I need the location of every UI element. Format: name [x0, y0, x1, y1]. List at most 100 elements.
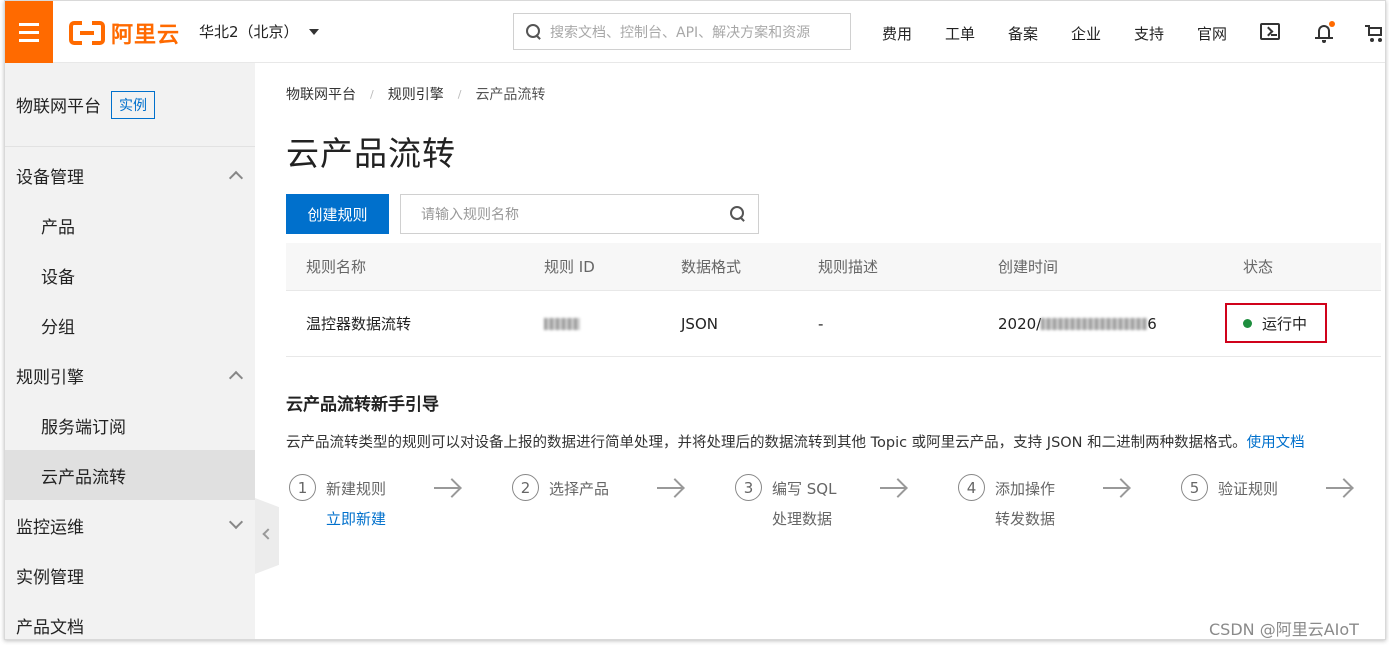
nav-official-site[interactable]: 官网: [1197, 23, 1227, 44]
breadcrumb-separator: /: [457, 87, 462, 101]
breadcrumb-rule-engine[interactable]: 规则引擎: [388, 84, 444, 104]
step-label: 编写 SQL: [772, 480, 837, 498]
step-label: 新建规则: [326, 480, 387, 498]
sidebar-group-label: 实例管理: [16, 567, 84, 588]
guide-steps: 1 新建规则 立即新建 2 选择产品 3 编写 SQL 处理数据 4 添加操作 …: [286, 474, 1381, 544]
table-header: 规则名称 规则 ID 数据格式 规则描述 创建时间 状态: [286, 243, 1381, 291]
sidebar-collapse-handle[interactable]: [255, 498, 279, 574]
created-time-prefix: 2020/: [998, 314, 1042, 333]
chevron-up-icon: [228, 370, 244, 386]
nav-billing[interactable]: 费用: [882, 23, 912, 44]
arrow-right-icon: [434, 487, 460, 489]
sidebar-group-device-management[interactable]: 设备管理: [5, 150, 255, 200]
sidebar-item-product[interactable]: 产品: [5, 200, 255, 250]
step-number: 5: [1181, 474, 1208, 501]
guide-title: 云产品流转新手引导: [286, 395, 439, 415]
arrow-right-icon: [880, 487, 906, 489]
rule-search-placeholder: 请输入规则名称: [421, 207, 519, 223]
sidebar-item-server-subscription[interactable]: 服务端订阅: [5, 400, 255, 450]
step-number: 3: [735, 474, 762, 501]
nav-enterprise[interactable]: 企业: [1071, 23, 1101, 44]
create-now-link[interactable]: 立即新建: [326, 508, 386, 529]
page-title: 云产品流转: [286, 134, 456, 173]
cell-rule-name[interactable]: 温控器数据流转: [306, 313, 411, 334]
chevron-left-icon: [262, 528, 274, 540]
cell-created-time: 2020/6: [998, 315, 1157, 333]
search-icon[interactable]: [730, 206, 746, 222]
table-row[interactable]: 温控器数据流转 JSON - 2020/6 运行中: [286, 291, 1381, 357]
sidebar-group-label: 规则引擎: [16, 367, 84, 388]
sidebar-title: 物联网平台: [16, 97, 101, 117]
status-running-dot-icon: [1243, 318, 1252, 328]
step-label: 选择产品: [549, 480, 610, 498]
breadcrumb-iot-platform[interactable]: 物联网平台: [286, 84, 356, 104]
breadcrumb-separator: /: [370, 87, 374, 101]
step-label-secondary: 转发数据: [995, 510, 1056, 528]
nav-support[interactable]: 支持: [1134, 23, 1164, 44]
step-label-secondary: 处理数据: [772, 510, 833, 528]
column-header-status: 状态: [1243, 258, 1274, 276]
sidebar-group-instance-management[interactable]: 实例管理: [5, 550, 255, 600]
cloud-shell-terminal-icon[interactable]: [1260, 23, 1280, 40]
column-header-rule-description: 规则描述: [818, 258, 879, 276]
aliyun-logo-mark-icon: [69, 21, 105, 45]
console-window: 阿里云 华北2（北京） 搜索文档、控制台、API、解决方案和资源 费用 工单 备…: [4, 0, 1386, 640]
instance-tag[interactable]: 实例: [111, 90, 155, 119]
breadcrumb-current: 云产品流转: [475, 87, 546, 103]
step-label: 添加操作: [995, 480, 1056, 498]
arrow-right-icon: [1326, 487, 1352, 489]
shopping-cart-icon[interactable]: [1365, 25, 1383, 42]
cell-rule-description: -: [818, 314, 824, 333]
step-number: 2: [512, 474, 539, 501]
sidebar-group-monitoring[interactable]: 监控运维: [5, 500, 255, 550]
step-number: 1: [289, 474, 316, 501]
caret-down-icon: [308, 28, 319, 35]
guide-description-text: 云产品流转类型的规则可以对设备上报的数据进行简单处理，并将处理后的数据流转到其他…: [286, 435, 1247, 451]
watermark: CSDN @阿里云AIoT: [1209, 620, 1359, 639]
region-selector[interactable]: 华北2（北京）: [199, 21, 319, 42]
column-header-rule-id: 规则 ID: [544, 258, 595, 276]
column-header-rule-name: 规则名称: [306, 258, 367, 276]
status-text: 运行中: [1262, 314, 1308, 333]
sidebar-item-data-forwarding[interactable]: 云产品流转: [5, 450, 255, 500]
created-time-suffix: 6: [1147, 314, 1157, 333]
nav-icp-filing[interactable]: 备案: [1008, 23, 1038, 44]
sidebar-item-device[interactable]: 设备: [5, 250, 255, 300]
cell-data-format: JSON: [681, 314, 718, 333]
sidebar-header: 物联网平台 实例: [5, 63, 255, 147]
hamburger-menu-icon[interactable]: [5, 1, 53, 63]
arrow-right-icon: [1103, 487, 1129, 489]
sidebar-group-rule-engine[interactable]: 规则引擎: [5, 350, 255, 400]
sidebar-group-label: 监控运维: [16, 517, 84, 538]
sidebar-item-group[interactable]: 分组: [5, 300, 255, 350]
step-number: 4: [958, 474, 985, 501]
arrow-right-icon: [657, 487, 683, 489]
top-navigation-bar: 阿里云 华北2（北京） 搜索文档、控制台、API、解决方案和资源 费用 工单 备…: [5, 1, 1385, 63]
global-search-placeholder: 搜索文档、控制台、API、解决方案和资源: [550, 24, 811, 41]
cell-rule-id-redacted: [544, 315, 580, 333]
chevron-down-icon: [228, 514, 244, 530]
sidebar-group-label: 设备管理: [16, 167, 84, 188]
sidebar: 物联网平台 实例 设备管理 产品 设备 分组 规则引擎 服务端订阅 云产品流转 …: [5, 63, 255, 639]
chevron-up-icon: [228, 170, 244, 186]
column-header-data-format: 数据格式: [681, 258, 742, 276]
notification-dot: [1329, 21, 1335, 27]
main-content: 物联网平台 / 规则引擎 / 云产品流转 云产品流转 创建规则 请输入规则名称 …: [286, 63, 1381, 639]
search-icon: [526, 23, 542, 40]
docs-link[interactable]: 使用文档: [1247, 435, 1305, 451]
created-time-redacted: [1041, 318, 1148, 330]
rules-table: 规则名称 规则 ID 数据格式 规则描述 创建时间 状态 温控器数据流转 JSO…: [286, 243, 1381, 357]
guide-description: 云产品流转类型的规则可以对设备上报的数据进行简单处理，并将处理后的数据流转到其他…: [286, 431, 1305, 452]
sidebar-group-label: 产品文档: [16, 617, 84, 638]
rule-name-search-input[interactable]: 请输入规则名称: [400, 194, 759, 234]
aliyun-logo[interactable]: 阿里云: [69, 18, 180, 48]
breadcrumb: 物联网平台 / 规则引擎 / 云产品流转: [286, 84, 545, 104]
step-label: 验证规则: [1218, 480, 1279, 498]
region-label: 华北2（北京）: [199, 23, 299, 41]
nav-ticket[interactable]: 工单: [945, 23, 975, 44]
global-search-input[interactable]: 搜索文档、控制台、API、解决方案和资源: [513, 13, 851, 50]
status-badge: 运行中: [1225, 303, 1327, 343]
notification-bell-icon[interactable]: [1315, 21, 1335, 43]
create-rule-button[interactable]: 创建规则: [286, 194, 389, 234]
sidebar-group-product-docs[interactable]: 产品文档: [5, 600, 255, 639]
